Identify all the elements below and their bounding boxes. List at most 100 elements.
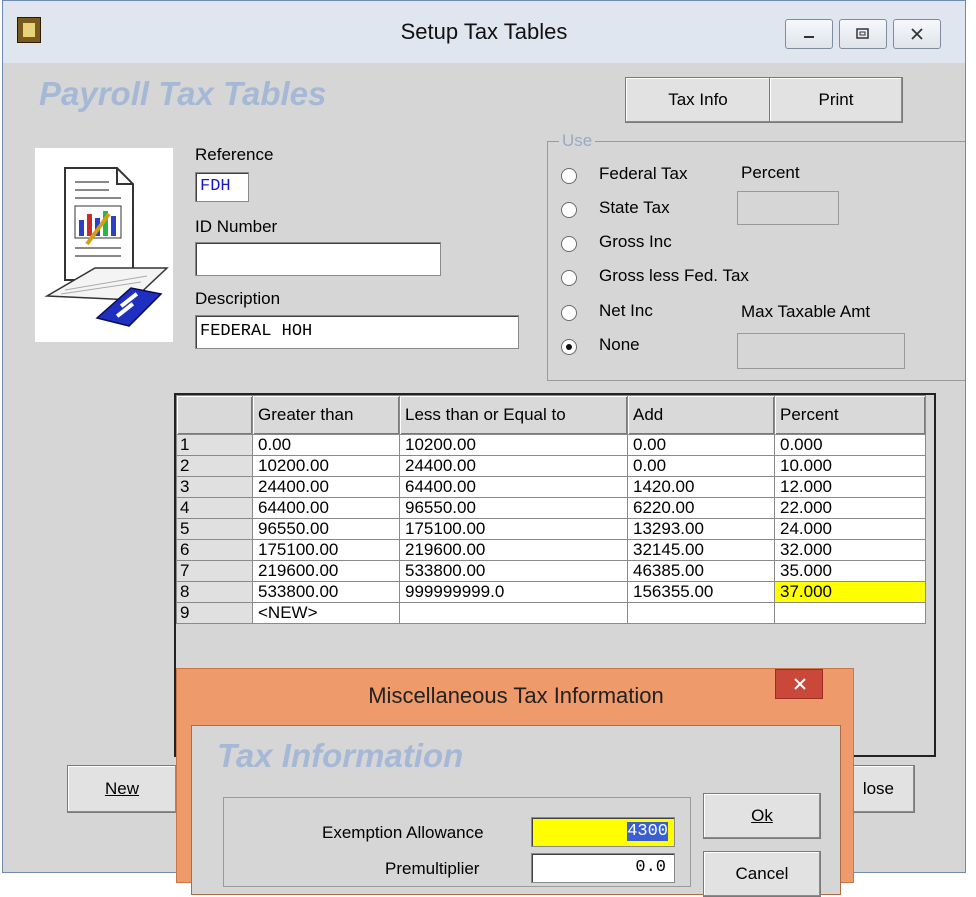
premultiplier-label: Premultiplier (385, 859, 480, 878)
percent-label: Percent (741, 163, 800, 182)
table-cell[interactable]: 175100.00 (252, 539, 400, 561)
table-cell[interactable]: 10200.00 (399, 434, 628, 456)
close-window-button[interactable] (893, 19, 941, 49)
radio-federal-tax[interactable] (561, 168, 577, 184)
close-icon (794, 678, 806, 690)
id-number-input[interactable] (195, 242, 441, 276)
table-cell[interactable]: 533800.00 (252, 581, 400, 603)
tax-table: Greater than Less than or Equal to Add P… (176, 395, 926, 624)
table-cell[interactable]: 10200.00 (252, 455, 400, 477)
table-row[interactable]: 7 219600.00 533800.00 46385.00 35.000 (176, 560, 926, 582)
table-cell[interactable]: 12.000 (774, 476, 926, 498)
use-group-legend: Use (559, 131, 596, 151)
table-cell[interactable]: 22.000 (774, 497, 926, 519)
dialog-title: Miscellaneous Tax Information (368, 683, 664, 708)
table-cell[interactable]: 533800.00 (399, 560, 628, 582)
table-cell[interactable]: 96550.00 (399, 497, 628, 519)
radio-federal-tax-label[interactable]: Federal Tax (599, 164, 688, 184)
exemption-allowance-input[interactable]: 4300 (531, 817, 675, 847)
row-number[interactable]: 3 (176, 476, 253, 498)
table-cell[interactable]: 32.000 (774, 539, 926, 561)
table-cell[interactable]: 96550.00 (252, 518, 400, 540)
table-row[interactable]: 1 0.00 10200.00 0.00 0.000 (176, 434, 926, 456)
misc-tax-info-dialog: Miscellaneous Tax Information Tax Inform… (176, 668, 854, 897)
row-number[interactable]: 2 (176, 455, 253, 477)
row-number[interactable]: 1 (176, 434, 253, 456)
table-cell[interactable]: 0.000 (774, 434, 926, 456)
table-cell[interactable]: 46385.00 (627, 560, 775, 582)
radio-gross-less-fed-tax-label[interactable]: Gross less Fed. Tax (599, 266, 749, 286)
percent-input[interactable] (737, 191, 839, 225)
column-header-greater-than[interactable]: Greater than (252, 395, 400, 435)
table-cell[interactable]: 10.000 (774, 455, 926, 477)
radio-net-inc[interactable] (561, 305, 577, 321)
table-row[interactable]: 5 96550.00 175100.00 13293.00 24.000 (176, 518, 926, 540)
table-cell[interactable]: 999999999.0 (399, 581, 628, 603)
table-cell[interactable]: 6220.00 (627, 497, 775, 519)
table-cell[interactable]: 24.000 (774, 518, 926, 540)
column-header-add[interactable]: Add (627, 395, 775, 435)
reference-input[interactable]: FDH (195, 172, 249, 202)
table-cell[interactable]: 24400.00 (399, 455, 628, 477)
table-row[interactable]: 8 533800.00 999999999.0 156355.00 37.000 (176, 581, 926, 603)
table-cell[interactable] (774, 602, 926, 624)
table-row-new[interactable]: 9 <NEW> (176, 602, 926, 624)
cancel-button[interactable]: Cancel (703, 851, 821, 897)
table-row[interactable]: 4 64400.00 96550.00 6220.00 22.000 (176, 497, 926, 519)
radio-none-label[interactable]: None (599, 335, 640, 355)
table-cell[interactable] (399, 602, 628, 624)
dialog-close-button[interactable] (775, 669, 823, 699)
minimize-icon (804, 36, 814, 38)
table-cell[interactable]: 0.00 (627, 434, 775, 456)
table-cell[interactable] (627, 602, 775, 624)
table-cell[interactable]: 24400.00 (252, 476, 400, 498)
close-icon (911, 28, 923, 40)
reference-label: Reference (195, 145, 274, 164)
table-cell[interactable]: 1420.00 (627, 476, 775, 498)
column-header-percent[interactable]: Percent (774, 395, 926, 435)
table-cell[interactable]: 64400.00 (399, 476, 628, 498)
table-row[interactable]: 6 175100.00 219600.00 32145.00 32.000 (176, 539, 926, 561)
ok-button[interactable]: Ok (703, 793, 821, 839)
table-row[interactable]: 2 10200.00 24400.00 0.00 10.000 (176, 455, 926, 477)
table-cell-selected[interactable]: 37.000 (774, 581, 926, 603)
radio-state-tax-label[interactable]: State Tax (599, 198, 670, 218)
maximize-button[interactable] (839, 19, 887, 49)
table-cell[interactable]: 0.00 (252, 434, 400, 456)
table-cell[interactable]: 175100.00 (399, 518, 628, 540)
row-number[interactable]: 9 (176, 602, 253, 624)
new-button-label: New (104, 779, 139, 798)
radio-net-inc-label[interactable]: Net Inc (599, 301, 653, 321)
row-number[interactable]: 4 (176, 497, 253, 519)
table-cell[interactable]: 13293.00 (627, 518, 775, 540)
radio-state-tax[interactable] (561, 202, 577, 218)
table-cell[interactable]: 156355.00 (627, 581, 775, 603)
column-header-less-than-or-equal[interactable]: Less than or Equal to (399, 395, 628, 435)
table-cell[interactable]: 219600.00 (399, 539, 628, 561)
radio-none[interactable] (561, 339, 577, 355)
row-number[interactable]: 6 (176, 539, 253, 561)
table-cell[interactable]: <NEW> (252, 602, 400, 624)
max-taxable-input[interactable] (737, 333, 905, 369)
table-cell[interactable]: 35.000 (774, 560, 926, 582)
print-button[interactable]: Print (769, 77, 903, 123)
description-input[interactable]: FEDERAL HOH (195, 315, 519, 349)
row-number[interactable]: 5 (176, 518, 253, 540)
table-cell[interactable]: 219600.00 (252, 560, 400, 582)
title-bar[interactable]: Setup Tax Tables (3, 1, 965, 63)
tax-info-button[interactable]: Tax Info (625, 77, 771, 123)
description-label: Description (195, 289, 281, 308)
new-button[interactable]: New (67, 765, 177, 813)
radio-gross-less-fed-tax[interactable] (561, 270, 577, 286)
table-cell[interactable]: 0.00 (627, 455, 775, 477)
table-cell[interactable]: 64400.00 (252, 497, 400, 519)
minimize-button[interactable] (785, 19, 833, 49)
premultiplier-input[interactable]: 0.0 (531, 853, 675, 883)
radio-gross-inc-label[interactable]: Gross Inc (599, 232, 672, 252)
radio-gross-inc[interactable] (561, 236, 577, 252)
table-cell[interactable]: 32145.00 (627, 539, 775, 561)
max-taxable-label: Max Taxable Amt (741, 302, 871, 321)
row-number[interactable]: 7 (176, 560, 253, 582)
table-row[interactable]: 3 24400.00 64400.00 1420.00 12.000 (176, 476, 926, 498)
row-number[interactable]: 8 (176, 581, 253, 603)
